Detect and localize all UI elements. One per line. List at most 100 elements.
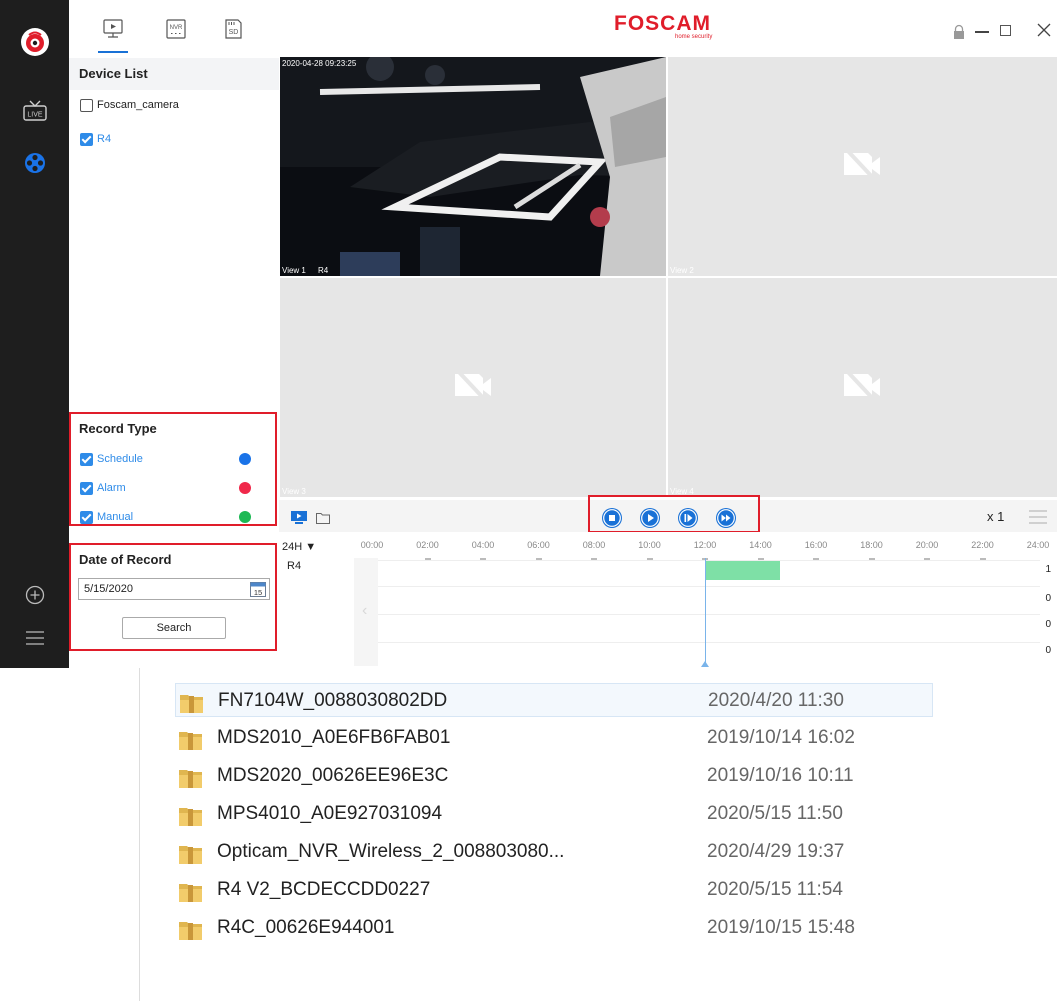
playback-button[interactable] (0, 148, 69, 178)
folder-row[interactable]: Opticam_NVR_Wireless_2_008803080... 2020/… (175, 835, 933, 869)
app-logo (0, 22, 69, 62)
tab-sd[interactable]: SD (218, 14, 248, 44)
timeline-tick-mark (813, 558, 819, 560)
video-view-1[interactable]: 2020-04-28 09:23:25 View 1 R4 (280, 57, 666, 276)
record-type-manual[interactable]: Manual (79, 510, 264, 526)
folder-icon (179, 884, 202, 902)
folder-name: FN7104W_0088030802DD (218, 690, 448, 711)
timeline-range-select[interactable]: 24H ▼ (282, 541, 316, 553)
folder-date: 2019/10/15 15:48 (707, 917, 855, 938)
timeline-cursor[interactable] (705, 558, 706, 666)
video-view-2[interactable]: View 2 (668, 57, 1057, 276)
svg-text:SD: SD (229, 29, 239, 36)
device-item-r4[interactable]: R4 (79, 132, 269, 148)
camera-feed-image (280, 57, 666, 276)
timeline-tick-mark (646, 558, 653, 560)
timeline-tick-label: 16:00 (804, 540, 828, 550)
folder-row[interactable]: R4 V2_BCDECCDD0227 2020/5/15 11:54 (175, 873, 933, 907)
list-menu-icon[interactable] (1029, 510, 1047, 524)
step-forward-button[interactable] (678, 508, 698, 528)
video-view-3[interactable]: View 3 (280, 278, 666, 497)
manual-color-dot (239, 511, 251, 523)
manual-checkbox[interactable] (80, 511, 93, 524)
timeline-tick-label: 18:00 (860, 540, 883, 550)
fast-forward-icon (717, 509, 735, 527)
date-input[interactable]: 5/15/2020 15 (78, 578, 270, 600)
folder-icon (179, 922, 202, 940)
play-icon (641, 509, 659, 527)
timeline-cursor-marker (701, 661, 709, 667)
timeline-tick-label: 24:00 (1026, 540, 1050, 550)
timeline[interactable]: 24H ▼ R4 ‹ 00:00 02:00 04:00 06:00 08:00 10:0… (279, 532, 1057, 668)
minimize-icon[interactable] (975, 31, 989, 33)
device-checkbox[interactable] (80, 133, 93, 146)
folder-date: 2020/4/20 11:30 (708, 690, 844, 711)
tab-local-playback[interactable] (98, 14, 128, 44)
folder-icon (180, 695, 203, 713)
stop-button[interactable] (602, 508, 622, 528)
folder-date: 2020/4/29 19:37 (707, 841, 845, 862)
chevron-down-icon: ▼ (305, 541, 317, 553)
folder-icon (179, 846, 202, 864)
logo-icon (20, 28, 49, 56)
row-count: 0 (1045, 593, 1051, 604)
add-circle-icon (25, 585, 44, 605)
lock-icon[interactable] (952, 24, 966, 40)
folder-row[interactable]: MDS2020_00626EE96E3C 2019/10/16 10:11 (175, 759, 933, 793)
chevron-left-icon: ‹ (362, 602, 368, 619)
folder-date: 2020/5/15 11:50 (707, 803, 843, 824)
schedule-checkbox[interactable] (80, 453, 93, 466)
folder-row[interactable]: MPS4010_A0E927031094 2020/5/15 11:50 (175, 797, 933, 831)
play-button[interactable] (640, 508, 660, 528)
local-recording-icon[interactable] (291, 511, 307, 525)
search-button[interactable]: Search (122, 617, 226, 639)
live-view-button[interactable]: LIVE (0, 96, 69, 126)
tab-nvr[interactable]: NVR (161, 14, 191, 44)
date-of-record-title: Date of Record (79, 552, 172, 567)
timeline-tick-label: 14:00 (749, 540, 772, 550)
alarm-checkbox[interactable] (80, 482, 93, 495)
record-type-title: Record Type (79, 421, 157, 436)
brand-tagline: home security (675, 34, 713, 40)
timeline-range-label: 24H (282, 541, 303, 553)
row-divider (378, 586, 1040, 587)
folder-row[interactable]: R4C_00626E944001 2019/10/15 15:48 (175, 911, 933, 945)
date-value: 5/15/2020 (84, 583, 133, 595)
local-playback-icon (103, 19, 123, 38)
fast-forward-button[interactable] (716, 508, 736, 528)
folder-name: MDS2020_00626EE96E3C (217, 765, 449, 786)
record-type-label: Alarm (97, 482, 126, 494)
view-label: View 2 (670, 266, 694, 275)
playback-speed[interactable]: x 1 (987, 509, 1004, 524)
playback-toolbar: x 1 (279, 495, 1057, 533)
menu-button[interactable] (0, 626, 69, 650)
row-divider (378, 642, 1040, 643)
video-view-4[interactable]: View 4 (668, 278, 1057, 497)
calendar-icon[interactable]: 15 (250, 581, 266, 597)
record-type-schedule[interactable]: Schedule (79, 452, 264, 468)
add-device-button[interactable] (0, 582, 69, 608)
menu-icon (25, 631, 44, 645)
timeline-row-label: R4 (287, 560, 302, 572)
active-tab-indicator (98, 51, 128, 53)
list-left-border (139, 668, 140, 1001)
recording-segment[interactable] (705, 561, 780, 580)
close-icon[interactable] (1037, 23, 1051, 37)
no-video-icon (844, 147, 880, 183)
device-checkbox[interactable] (80, 99, 93, 112)
folder-row[interactable]: FN7104W_0088030802DD 2020/4/20 11:30 (175, 683, 933, 717)
timeline-tick-label: 06:00 (527, 540, 550, 550)
brand-logo-text: FOSCAM (614, 12, 711, 35)
record-type-alarm[interactable]: Alarm (79, 481, 264, 497)
folder-row[interactable]: MDS2010_A0E6FB6FAB01 2019/10/14 16:02 (175, 721, 933, 755)
folder-date: 2020/5/15 11:54 (707, 879, 843, 900)
folder-icon[interactable] (316, 511, 330, 524)
timeline-tick-label: 00:00 (360, 540, 384, 550)
stop-icon (603, 509, 621, 527)
timeline-tick-mark (979, 558, 986, 560)
maximize-icon[interactable] (1000, 25, 1011, 36)
scroll-left-area[interactable]: ‹ (354, 558, 378, 666)
device-name: R4 (97, 133, 112, 145)
device-item-foscam-camera[interactable]: Foscam_camera (79, 98, 269, 114)
row-count: 1 (1045, 564, 1051, 575)
